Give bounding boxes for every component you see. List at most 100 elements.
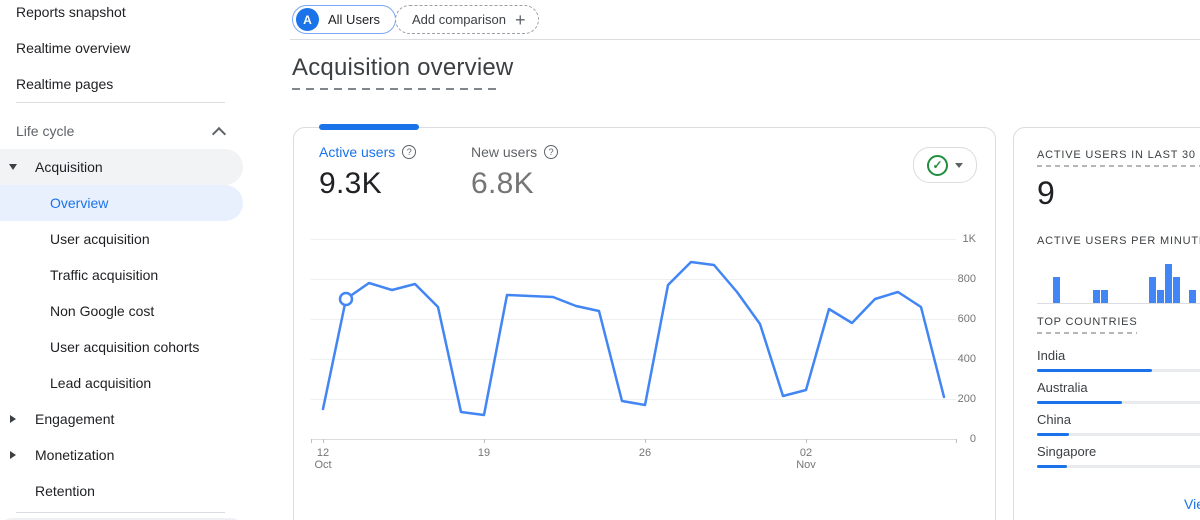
realtime-card: ACTIVE USERS IN LAST 30 M 9 ACTIVE USERS… [1013,127,1200,520]
country-name: China [1037,404,1200,433]
sidebar-item-label: Overview [0,195,108,211]
caret-down-icon [955,163,963,168]
gridline [311,439,956,440]
sidebar-item-acquisition[interactable]: Acquisition [0,149,243,185]
sidebar-item-label: User acquisition [0,231,150,247]
minute-bar [1149,277,1156,303]
header-divider [290,39,1200,40]
sidebar-item-label: Retention [0,483,95,499]
add-comparison-button[interactable]: Add comparison + [395,5,539,34]
sidebar-item-monetization[interactable]: Monetization [0,437,280,473]
realtime-active-users-value: 9 [1037,175,1200,212]
sidebar-item-engagement[interactable]: Engagement [0,401,280,437]
sidebar-section-life-cycle[interactable]: Life cycle [0,113,280,149]
sidebar-acquisition-group: Acquisition Overview User acquisition Traff… [0,149,280,401]
sidebar-item-realtime-pages[interactable]: Realtime pages [0,66,280,102]
x-axis-tick-label: 12Oct [314,447,331,471]
x-axis-tick [323,439,324,443]
x-axis-tick [806,439,807,443]
country-bar-fill [1037,433,1069,436]
minute-bar [1053,277,1060,303]
ga4-acquisition-overview-screen: Reports snapshot Realtime overview Realtim… [0,0,1200,520]
active-users-value: 9.3K [319,167,416,201]
sidebar-item-label: User acquisition cohorts [0,339,199,355]
country-row-china: China [1037,404,1200,436]
page-title: Acquisition overview [292,54,513,82]
tab-new-users[interactable]: New users ? 6.8K [471,144,558,201]
sidebar-item-user-acquisition-cohorts[interactable]: User acquisition cohorts [0,329,280,365]
sidebar-top-list: Reports snapshot Realtime overview Realtim… [0,0,280,102]
sidebar-item-user-acquisition[interactable]: User acquisition [0,221,280,257]
sidebar-item-non-google-cost[interactable]: Non Google cost [0,293,280,329]
sidebar: Reports snapshot Realtime overview Realtim… [0,0,280,520]
top-countries-list: India Australia China Singapore [1037,340,1200,468]
minute-bar [1093,290,1100,303]
sidebar-item-lead-acquisition[interactable]: Lead acquisition [0,365,280,401]
country-name: Australia [1037,372,1200,401]
triangle-right-icon [10,451,16,459]
sidebar-item-traffic-acquisition[interactable]: Traffic acquisition [0,257,280,293]
sidebar-item-overview[interactable]: Overview [0,185,243,221]
x-axis-tick-label: 19 [478,447,490,459]
all-users-chip-label: All Users [328,12,380,27]
x-axis-tick [956,439,957,443]
add-comparison-label: Add comparison [412,12,506,27]
sidebar-item-label: Non Google cost [0,303,154,319]
trend-svg [311,239,956,439]
view-realtime-link[interactable]: Vie [1184,496,1200,512]
sidebar-item-realtime-overview[interactable]: Realtime overview [0,30,280,66]
top-countries-label: TOP COUNTRIES [1037,316,1200,328]
new-users-value: 6.8K [471,167,558,201]
active-users-line-chart: 1K800600400200012Oct192602Nov [311,239,956,439]
country-bar-fill [1037,369,1152,372]
active-tab-indicator [319,124,419,130]
country-row-australia: Australia [1037,372,1200,404]
country-name: Singapore [1037,436,1200,465]
realtime-title-dashed-underline [1037,165,1200,167]
per-minute-label: ACTIVE USERS PER MINUTE [1037,235,1200,247]
acquisition-overview-card: Active users ? 9.3K New users ? 6.8K ✓ 1… [293,127,996,520]
active-users-per-minute-chart [1037,261,1200,304]
sidebar-item-label: Monetization [0,447,114,463]
sidebar-item-retention[interactable]: Retention [0,473,280,509]
sidebar-bottom-list: Engagement Monetization Retention [0,401,280,509]
tab-active-users[interactable]: Active users ? 9.3K [319,144,416,201]
country-bar-track [1037,465,1200,468]
help-icon[interactable]: ? [544,145,558,159]
sidebar-divider [16,102,225,103]
triangle-down-icon [9,164,17,170]
data-quality-dropdown[interactable]: ✓ [913,147,977,183]
active-users-label: Active users [319,144,395,160]
sidebar-item-label: Realtime pages [0,76,113,92]
country-bar-track [1037,369,1200,372]
sidebar-item-label: Traffic acquisition [0,267,158,283]
sidebar-item-reports-snapshot[interactable]: Reports snapshot [0,0,280,30]
sidebar-item-label: Realtime overview [0,40,130,56]
country-bar-fill [1037,401,1122,404]
country-bar-track [1037,401,1200,404]
all-users-segment-chip[interactable]: A All Users [292,5,396,34]
country-bar-track [1037,433,1200,436]
top-countries-dashed-underline [1037,332,1137,334]
country-row-singapore: Singapore [1037,436,1200,468]
chevron-up-icon [212,127,226,141]
sidebar-divider-bottom [16,512,225,513]
data-point-marker [340,293,352,305]
country-row-india: India [1037,340,1200,372]
minute-bar [1157,290,1164,303]
plus-icon: + [515,11,526,29]
x-axis-tick [311,439,312,443]
country-bar-fill [1037,465,1067,468]
x-axis-tick [645,439,646,443]
triangle-right-icon [10,415,16,423]
sidebar-item-label: Reports snapshot [0,4,126,20]
active-users-line [323,262,944,415]
sidebar-item-label: Lead acquisition [0,375,151,391]
section-label: Life cycle [0,123,74,139]
segment-avatar-icon: A [296,8,319,31]
minute-bar [1165,264,1172,303]
help-icon[interactable]: ? [402,145,416,159]
minute-bar [1101,290,1108,303]
country-name: India [1037,340,1200,369]
page-title-dashed-underline [292,88,498,90]
